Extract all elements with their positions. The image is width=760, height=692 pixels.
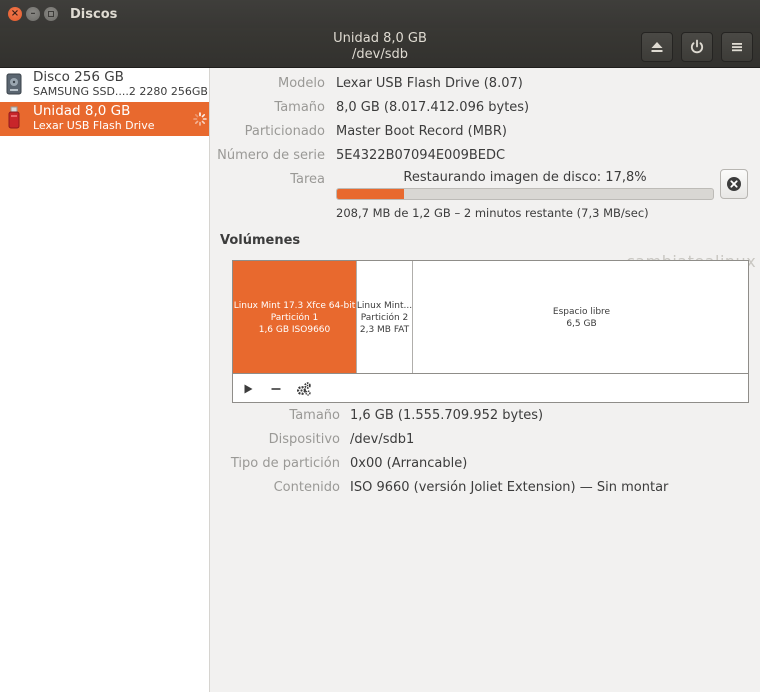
model-value: Lexar USB Flash Drive (8.07) xyxy=(336,76,523,91)
partition-options-button[interactable] xyxy=(295,380,313,398)
volume-segment-partition-2[interactable]: Linux Mint... Partición 2 2,3 MB FAT xyxy=(356,261,413,375)
volume-segment-partition-1[interactable]: Linux Mint 17.3 Xfce 64-bit Partición 1 … xyxy=(233,261,356,375)
segment-title: Linux Mint 17.3 Xfce 64-bit xyxy=(233,301,356,311)
task-status: Restaurando imagen de disco: 17,8% xyxy=(403,170,647,185)
segment-title: Espacio libre xyxy=(552,307,611,317)
power-off-button[interactable] xyxy=(681,32,713,62)
model-label: Modelo xyxy=(278,76,325,91)
serial-label: Número de serie xyxy=(217,148,325,163)
serial-value: 5E4322B07094E009BEDC xyxy=(336,148,506,163)
segment-size: 2,3 MB FAT xyxy=(359,325,410,335)
content-value: ISO 9660 (versión Joliet Extension) — Si… xyxy=(350,480,669,495)
play-icon xyxy=(244,384,253,394)
cancel-task-button[interactable] xyxy=(720,169,748,199)
volume-map: Linux Mint 17.3 Xfce 64-bit Partición 1 … xyxy=(232,260,750,375)
task-detail: 208,7 MB de 1,2 GB – 2 minutos restante … xyxy=(336,206,649,220)
window-maximize-button[interactable] xyxy=(44,7,58,21)
busy-spinner-icon xyxy=(193,112,207,126)
partition-type-value: 0x00 (Arrancable) xyxy=(350,456,468,471)
eject-icon xyxy=(651,42,663,52)
content-label: Contenido xyxy=(273,480,340,495)
segment-partition: Partición 2 xyxy=(360,313,409,323)
task-label: Tarea xyxy=(290,172,325,187)
window-close-button[interactable]: × xyxy=(8,7,22,21)
cancel-icon xyxy=(727,177,741,191)
drive-item-disco-256gb[interactable]: Disco 256 GB SAMSUNG SSD....2 2280 256GB xyxy=(0,68,209,102)
task-progress-bar xyxy=(336,188,714,200)
drive-item-unidad-8gb[interactable]: Unidad 8,0 GB Lexar USB Flash Drive xyxy=(0,102,209,136)
partitioning-label: Particionado xyxy=(244,124,325,139)
drive-subtitle: Lexar USB Flash Drive xyxy=(33,119,155,132)
window-minimize-button[interactable]: – xyxy=(26,7,40,21)
volumes-heading: Volúmenes xyxy=(220,233,301,248)
device-value: /dev/sdb1 xyxy=(350,432,415,447)
segment-title: Linux Mint... xyxy=(356,301,413,311)
minimize-icon: – xyxy=(30,8,36,19)
drive-subtitle: SAMSUNG SSD....2 2280 256GB xyxy=(33,85,208,98)
header-bar: Unidad 8,0 GB /dev/sdb xyxy=(0,28,760,68)
task-progress-fill xyxy=(337,189,404,199)
eject-button[interactable] xyxy=(641,32,673,62)
volume-segment-free-space[interactable]: Espacio libre 6,5 GB xyxy=(413,261,750,375)
segment-size: 1,6 GB ISO9660 xyxy=(258,325,331,335)
window-title: Discos xyxy=(70,6,118,22)
minus-icon xyxy=(271,388,281,390)
volume-toolbar xyxy=(232,373,749,403)
usb-drive-icon xyxy=(8,106,20,129)
drive-name: Unidad 8,0 GB xyxy=(33,103,131,119)
window-titlebar: × – Discos xyxy=(0,0,760,28)
close-icon: × xyxy=(10,8,20,19)
power-icon xyxy=(690,39,704,54)
app-menu-button[interactable] xyxy=(721,32,753,62)
segment-size: 6,5 GB xyxy=(566,319,597,329)
gears-icon xyxy=(296,382,311,396)
partition-size-label: Tamaño xyxy=(289,408,340,423)
size-value: 8,0 GB (8.017.412.096 bytes) xyxy=(336,100,530,115)
partition-size-value: 1,6 GB (1.555.709.952 bytes) xyxy=(350,408,544,423)
hard-disk-icon xyxy=(6,73,22,95)
drive-sidebar: Disco 256 GB SAMSUNG SSD....2 2280 256GB… xyxy=(0,68,210,692)
device-label: Dispositivo xyxy=(268,432,340,447)
drive-name: Disco 256 GB xyxy=(33,69,124,85)
drive-details-panel: Modelo Lexar USB Flash Drive (8.07) Tama… xyxy=(210,68,760,692)
mount-button[interactable] xyxy=(239,380,257,398)
partition-type-label: Tipo de partición xyxy=(230,456,340,471)
partitioning-value: Master Boot Record (MBR) xyxy=(336,124,507,139)
size-label: Tamaño xyxy=(274,100,325,115)
hamburger-menu-icon xyxy=(732,43,742,52)
delete-partition-button[interactable] xyxy=(267,380,285,398)
segment-partition: Partición 1 xyxy=(270,313,319,323)
maximize-icon xyxy=(48,11,54,17)
